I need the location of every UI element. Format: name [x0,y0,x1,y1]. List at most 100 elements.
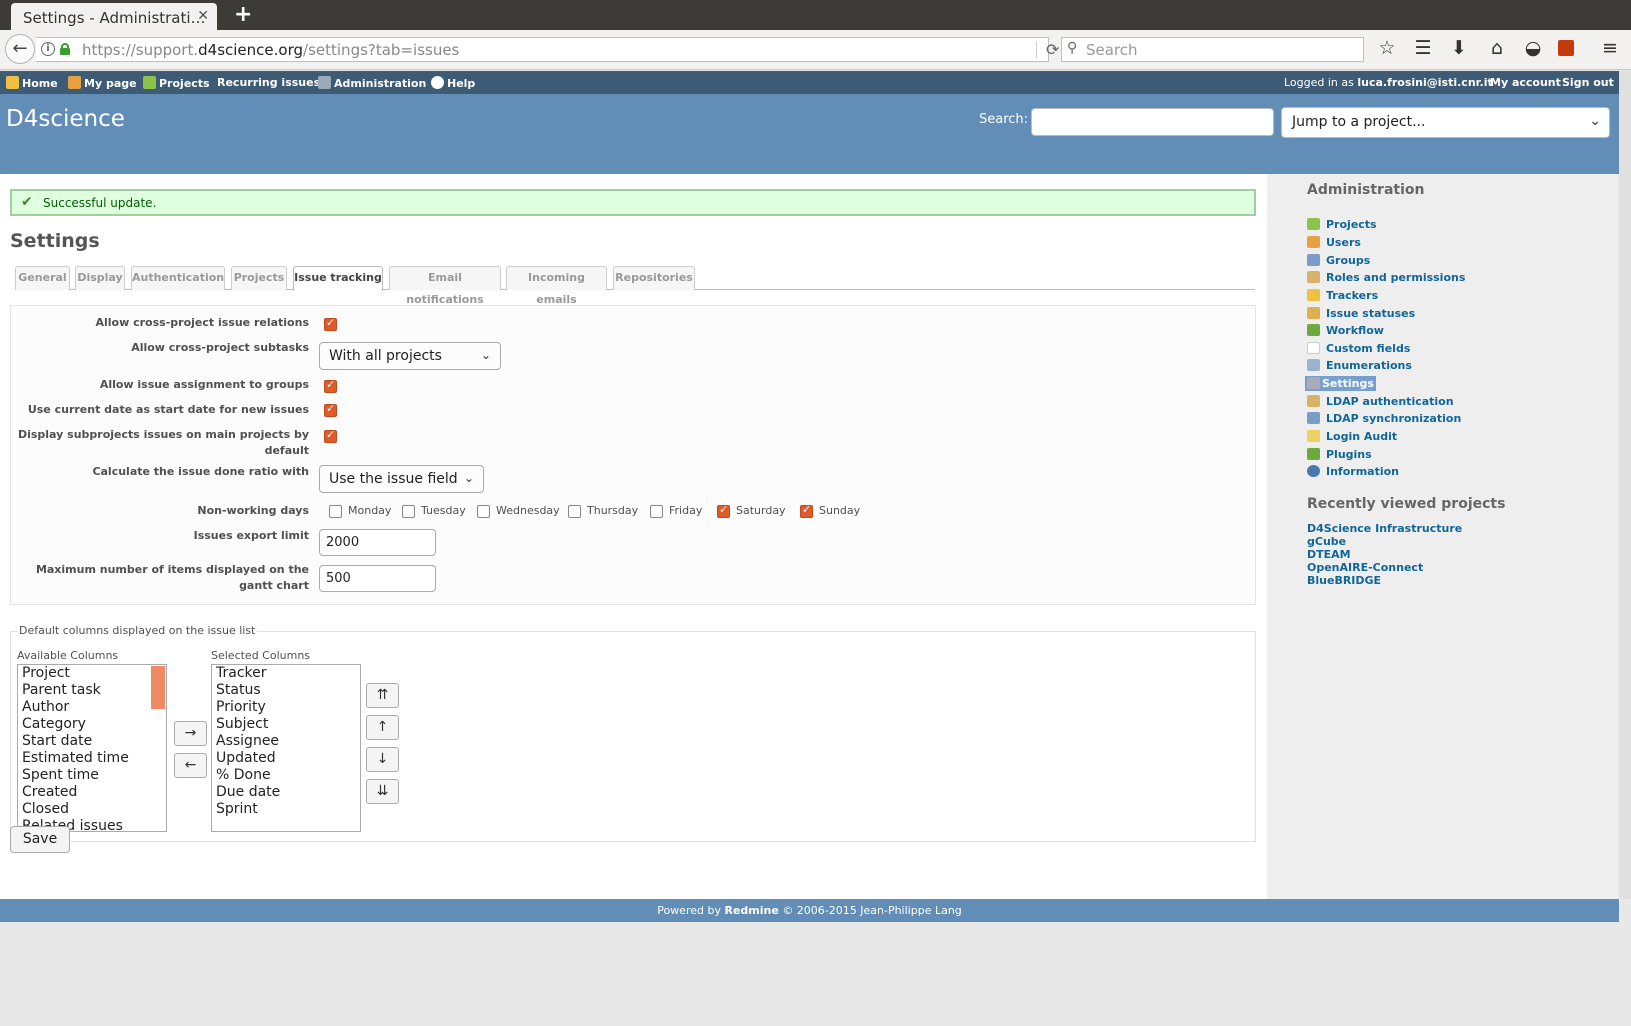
sign-out-link[interactable]: Sign out [1562,76,1614,89]
list-item[interactable]: Priority [212,699,360,716]
display-subprojects-checkbox[interactable] [324,428,337,443]
tab-authentication[interactable]: Authentication [131,266,225,290]
home-icon[interactable]: ⌂ [1484,37,1510,59]
search-input[interactable] [1031,108,1274,136]
sidebar-item-issue-statuses[interactable]: Issue statuses [1307,307,1415,324]
sidebar-item-login-audit[interactable]: Login Audit [1307,430,1397,447]
selected-columns-list[interactable]: Tracker Status Priority Subject Assignee… [211,664,361,832]
top-menu-home[interactable]: Home [6,76,58,90]
bookmarks-list-icon[interactable]: ☰ [1410,37,1436,59]
tab-repositories[interactable]: Repositories [613,266,695,290]
site-title[interactable]: D4science [6,106,125,132]
pocket-icon[interactable]: ◒ [1520,37,1546,59]
saturday-checkbox[interactable] [717,503,730,518]
sidebar-item-projects[interactable]: Projects [1307,218,1377,235]
top-menu-help[interactable]: Help [431,76,475,90]
list-item[interactable]: Closed [18,801,166,818]
my-account-link[interactable]: My account [1490,76,1561,89]
sidebar-item-ldap-authentication[interactable]: LDAP authentication [1307,395,1454,412]
list-item[interactable]: Updated [212,750,360,767]
list-item[interactable]: Estimated time [18,750,166,767]
list-item[interactable]: % Done [212,767,360,784]
cross-project-relations-checkbox[interactable] [324,316,337,331]
recent-project-link[interactable]: D4Science Infrastructure [1307,522,1462,535]
browser-tab[interactable]: Settings - Administrati… ✕ [11,3,217,30]
list-item[interactable]: Start date [18,733,166,750]
sidebar-item-groups[interactable]: Groups [1307,254,1370,271]
tab-projects[interactable]: Projects [231,266,287,290]
group-assignment-checkbox[interactable] [324,378,337,393]
top-menu-administration[interactable]: Administration [318,76,426,90]
current-date-start-checkbox[interactable] [324,402,337,417]
sidebar-item-information[interactable]: Information [1307,465,1399,482]
page-scrollbar[interactable] [1619,71,1631,899]
lock-icon[interactable] [60,43,70,55]
top-menu-my-page[interactable]: My page [68,76,137,90]
export-limit-input[interactable]: 2000 [319,529,436,556]
tab-issue-tracking[interactable]: Issue tracking [293,266,383,291]
list-item[interactable]: Assignee [212,733,360,750]
move-down-button[interactable]: ↓ [366,747,399,772]
done-ratio-select[interactable]: Use the issue field ⌄ [319,465,484,493]
list-item[interactable]: Due date [212,784,360,801]
tab-email-notifications[interactable]: Email notifications [389,266,501,306]
browser-search-input[interactable]: ⚲ Search [1061,37,1364,62]
remove-column-button[interactable]: ← [174,753,207,778]
monday-checkbox[interactable] [329,505,342,518]
sidebar-item-enumerations[interactable]: Enumerations [1307,359,1412,376]
list-item[interactable]: Subject [212,716,360,733]
top-menu-recurring-issues[interactable]: Recurring issues [217,76,320,89]
logged-user[interactable]: luca.frosini@isti.cnr.it [1357,76,1492,89]
thursday-checkbox[interactable] [568,505,581,518]
recent-project-link[interactable]: DTEAM [1307,548,1351,561]
cross-project-subtasks-select[interactable]: With all projects ⌄ [319,342,501,370]
move-bottom-button[interactable]: ⇊ [366,779,399,804]
tab-incoming-emails[interactable]: Incoming emails [506,266,607,306]
available-columns-list[interactable]: Project Parent task Author Category Star… [17,664,167,832]
tab-general[interactable]: General [15,266,70,290]
wednesday-checkbox[interactable] [477,505,490,518]
close-tab-icon[interactable]: ✕ [197,8,209,24]
download-icon[interactable]: ⬇ [1446,37,1472,59]
reload-icon[interactable]: ⟳ [1046,40,1059,59]
extension-icon[interactable] [1558,40,1574,56]
scrollbar-thumb[interactable] [151,666,165,709]
top-menu-projects[interactable]: Projects [143,76,210,90]
move-up-button[interactable]: ↑ [366,715,399,740]
sidebar-item-custom-fields[interactable]: Custom fields [1307,342,1410,359]
list-item[interactable]: Parent task [18,682,166,699]
recent-project-link[interactable]: BlueBRIDGE [1307,574,1381,587]
bookmark-star-icon[interactable]: ☆ [1374,37,1400,59]
list-item[interactable]: Author [18,699,166,716]
add-column-button[interactable]: → [174,721,207,746]
menu-icon[interactable]: ≡ [1597,37,1623,59]
sidebar-item-settings[interactable]: Settings [1305,376,1376,394]
info-icon[interactable]: i [41,42,55,56]
list-item[interactable]: Tracker [212,665,360,682]
list-item[interactable]: Created [18,784,166,801]
sunday-checkbox[interactable] [800,503,813,518]
sidebar-item-trackers[interactable]: Trackers [1307,289,1378,306]
sidebar-item-roles[interactable]: Roles and permissions [1307,271,1465,288]
list-item[interactable]: Sprint [212,801,360,818]
sidebar-item-users[interactable]: Users [1307,236,1361,253]
sidebar-item-ldap-sync[interactable]: LDAP synchronization [1307,412,1461,429]
tab-display[interactable]: Display [75,266,125,290]
footer-redmine-link[interactable]: Redmine [724,904,778,917]
recent-project-link[interactable]: OpenAIRE-Connect [1307,561,1423,574]
new-tab-icon[interactable]: + [234,2,252,27]
tuesday-checkbox[interactable] [402,505,415,518]
friday-checkbox[interactable] [650,505,663,518]
url-bar[interactable]: i https://support.d4science.org/settings… [36,37,1059,62]
sidebar-item-plugins[interactable]: Plugins [1307,448,1372,465]
list-item[interactable]: Spent time [18,767,166,784]
sidebar-item-workflow[interactable]: Workflow [1307,324,1384,341]
jump-to-project-select[interactable]: Jump to a project... ⌄ [1281,107,1610,138]
list-item[interactable]: Project [18,665,166,682]
recent-project-link[interactable]: gCube [1307,535,1346,548]
back-icon[interactable]: ← [5,34,35,64]
list-item[interactable]: Status [212,682,360,699]
move-top-button[interactable]: ⇈ [366,683,399,708]
list-item[interactable]: Category [18,716,166,733]
gantt-limit-input[interactable]: 500 [319,565,436,592]
